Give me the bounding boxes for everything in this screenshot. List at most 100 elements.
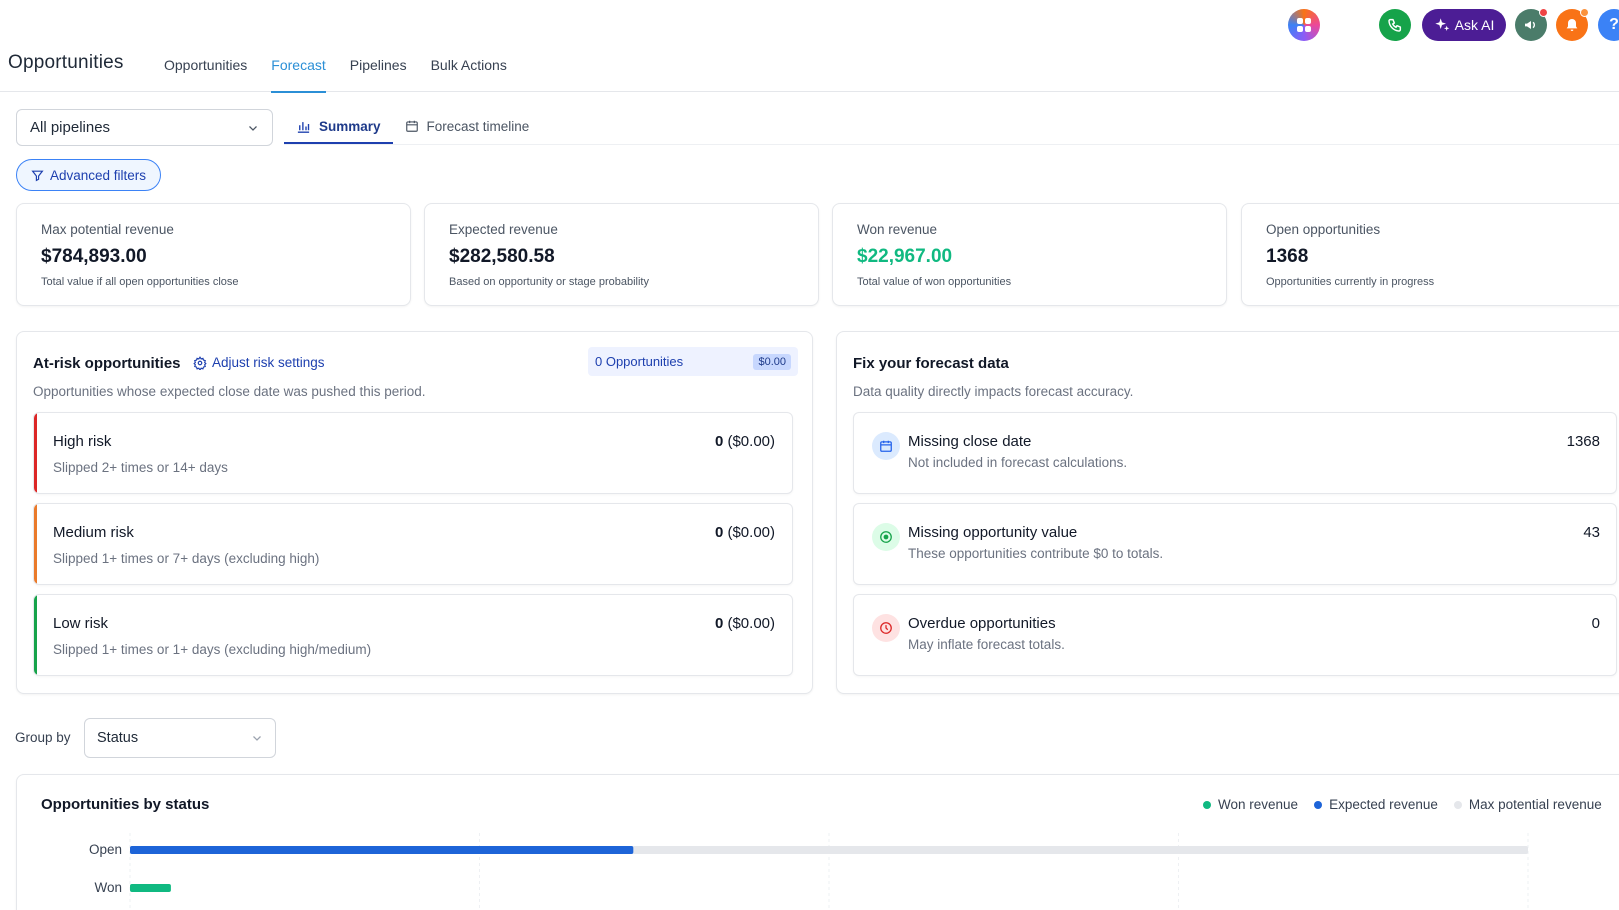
kpi-subtext: Total value of won opportunities — [857, 276, 1012, 288]
gear-icon — [193, 355, 207, 370]
category-label: Open — [89, 842, 122, 857]
tab-forecast-timeline[interactable]: Forecast timeline — [393, 108, 542, 144]
kpi-card-won: Won revenue $22,967.00 Total value of wo… — [832, 203, 1227, 306]
chevron-down-icon — [253, 736, 261, 741]
risk-indicator — [34, 595, 37, 675]
apps-button[interactable] — [1288, 9, 1320, 41]
risk-count: 0 — [714, 433, 724, 450]
at-risk-title: At-risk opportunities — [33, 355, 181, 372]
kpi-value: $784,893.00 — [41, 246, 147, 267]
risk-subtext: Slipped 2+ times or 14+ days — [53, 460, 228, 475]
ask-ai-button[interactable]: Ask AI — [1422, 9, 1506, 41]
risk-amount: ($0.00) — [727, 615, 775, 632]
risk-value: 0 ($0.00) — [715, 433, 775, 450]
tab-forecast-timeline-label: Forecast timeline — [426, 118, 530, 134]
fix-subtext: Not included in forecast calculations. — [908, 455, 1128, 470]
notification-dot — [1539, 8, 1548, 17]
sparkle-icon — [1434, 18, 1449, 31]
divider — [284, 144, 1619, 145]
fix-subtext: May inflate forecast totals. — [908, 637, 1065, 652]
advanced-filters-label: Advanced filters — [49, 167, 147, 183]
status-chart: Open Won — [89, 833, 1529, 910]
risk-value: 0 ($0.00) — [715, 615, 775, 632]
notifications-button[interactable] — [1556, 8, 1589, 41]
fix-forecast-panel: Fix your forecast data Data quality dire… — [836, 331, 1619, 694]
fix-count: 43 — [1583, 524, 1600, 541]
risk-title: High risk — [53, 433, 112, 450]
chevron-down-icon — [249, 125, 257, 131]
at-risk-summary-chip: 0 Opportunities $0.00 — [588, 347, 798, 376]
kpi-subtext: Opportunities currently in progress — [1266, 276, 1435, 288]
risk-title: Low risk — [53, 615, 109, 632]
at-risk-description: Opportunities whose expected close date … — [33, 384, 426, 399]
risk-card-high[interactable]: High risk Slipped 2+ times or 14+ days 0… — [33, 412, 793, 494]
app-title: Opportunities — [8, 52, 124, 73]
notification-dot — [1580, 8, 1589, 17]
announcements-button[interactable] — [1515, 8, 1548, 41]
kpi-value: $22,967.00 — [857, 246, 953, 267]
risk-subtext: Slipped 1+ times or 7+ days (excluding h… — [53, 551, 320, 566]
fix-title: Missing close date — [908, 433, 1032, 450]
top-icons: Ask AI ? — [0, 8, 1619, 41]
calendar-icon — [872, 432, 900, 460]
kpi-subtext: Based on opportunity or stage probabilit… — [449, 276, 649, 288]
kpi-label: Max potential revenue — [41, 222, 174, 237]
risk-subtext: Slipped 1+ times or 1+ days (excluding h… — [53, 642, 372, 657]
fix-count: 1368 — [1566, 433, 1600, 450]
view-tabs: Summary Forecast timeline — [284, 108, 541, 144]
coin-icon — [872, 523, 900, 551]
fix-subtext: These opportunities contribute $0 to tot… — [908, 546, 1164, 561]
risk-card-low[interactable]: Low risk Slipped 1+ times or 1+ days (ex… — [33, 594, 793, 676]
fix-title: Missing opportunity value — [908, 524, 1078, 541]
kpi-subtext: Total value if all open opportunities cl… — [41, 276, 239, 288]
risk-value: 0 ($0.00) — [715, 524, 775, 541]
phone-button[interactable] — [1379, 9, 1411, 41]
filter-icon — [31, 170, 44, 181]
bar-chart-icon — [297, 121, 310, 133]
kpi-card-max-potential: Max potential revenue $784,893.00 Total … — [16, 203, 411, 306]
risk-title: Medium risk — [53, 524, 134, 541]
bar-won-0[interactable] — [130, 884, 171, 892]
group-by-value: Status — [97, 730, 139, 746]
calendar-icon — [405, 120, 418, 132]
kpi-label: Expected revenue — [449, 222, 558, 237]
group-by-select[interactable]: Status — [84, 718, 276, 758]
phone-icon — [1388, 18, 1402, 32]
tab-summary-label: Summary — [319, 118, 381, 134]
fix-card-missing-close-date[interactable]: Missing close date Not included in forec… — [853, 412, 1617, 494]
group-by-label: Group by — [15, 730, 71, 745]
risk-amount: ($0.00) — [727, 524, 775, 541]
fix-card-missing-value[interactable]: Missing opportunity value These opportun… — [853, 503, 1617, 585]
pipeline-select[interactable]: All pipelines — [16, 109, 273, 146]
kpi-card-expected: Expected revenue $282,580.58 Based on op… — [424, 203, 819, 306]
tab-summary[interactable]: Summary — [284, 108, 393, 144]
adjust-risk-settings-label: Adjust risk settings — [212, 355, 325, 370]
fix-card-overdue[interactable]: Overdue opportunities May inflate foreca… — [853, 594, 1617, 676]
risk-amount: ($0.00) — [727, 433, 775, 450]
help-button[interactable]: ? — [1598, 9, 1619, 41]
fix-forecast-title: Fix your forecast data — [853, 355, 1009, 372]
kpi-value: 1368 — [1266, 246, 1309, 267]
at-risk-panel: At-risk opportunities Adjust risk settin… — [16, 331, 813, 694]
kpi-value: $282,580.58 — [449, 246, 555, 267]
ask-ai-label: Ask AI — [1454, 17, 1495, 33]
fix-title: Overdue opportunities — [908, 615, 1056, 632]
fix-forecast-description: Data quality directly impacts forecast a… — [853, 384, 1134, 399]
top-bar: Opportunities Opportunities Forecast Pip… — [0, 0, 1619, 93]
kpi-label: Won revenue — [857, 222, 938, 237]
bar-open-1[interactable] — [130, 846, 634, 854]
category-label: Won — [94, 880, 122, 895]
at-risk-amount: $0.00 — [753, 353, 791, 370]
risk-card-medium[interactable]: Medium risk Slipped 1+ times or 7+ days … — [33, 503, 793, 585]
status-chart-card: Opportunities by status Won revenue Expe… — [16, 774, 1619, 910]
apps-icon — [1297, 18, 1311, 32]
pipeline-select-value: All pipelines — [30, 119, 111, 136]
adjust-risk-settings-link[interactable]: Adjust risk settings — [193, 355, 325, 370]
risk-count: 0 — [714, 615, 724, 632]
clock-icon — [872, 614, 900, 642]
advanced-filters-button[interactable]: Advanced filters — [16, 159, 161, 191]
bell-icon — [1566, 19, 1578, 31]
at-risk-count: 0 Opportunities — [595, 354, 684, 369]
risk-indicator — [34, 413, 37, 493]
kpi-card-open: Open opportunities 1368 Opportunities cu… — [1241, 203, 1619, 306]
